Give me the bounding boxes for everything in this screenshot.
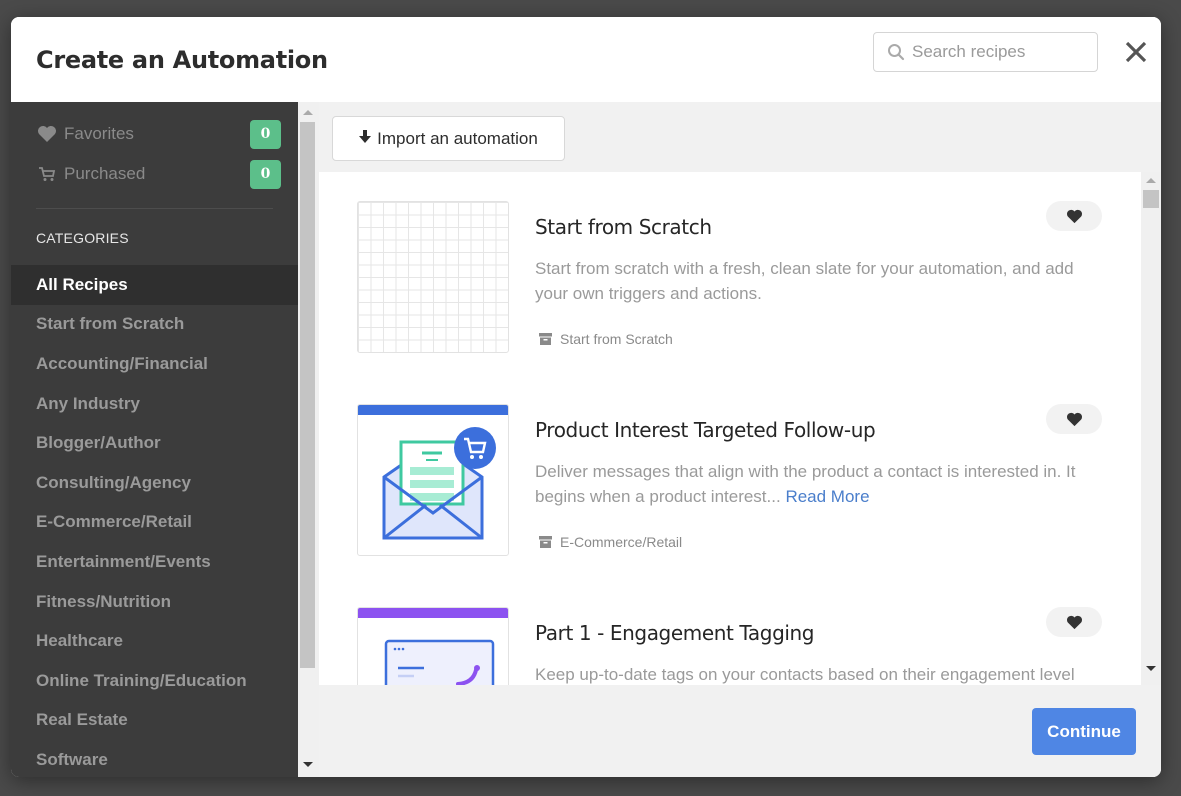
recipe-title: Start from Scratch bbox=[535, 215, 712, 239]
import-automation-button[interactable]: Import an automation bbox=[332, 116, 565, 161]
category-item-online-training-education[interactable]: Online Training/Education bbox=[11, 661, 298, 701]
scroll-down-arrow-icon[interactable] bbox=[1146, 666, 1156, 671]
read-more-link[interactable]: Read More bbox=[785, 487, 869, 506]
favorite-button[interactable] bbox=[1046, 201, 1102, 231]
categories-heading: CATEGORIES bbox=[36, 230, 129, 246]
category-item-software[interactable]: Software bbox=[11, 740, 298, 777]
recipe-description-text: Keep up-to-date tags on your contacts ba… bbox=[535, 665, 1075, 684]
download-arrow-icon bbox=[359, 130, 372, 147]
recipe-category-label: E-Commerce/Retail bbox=[560, 534, 683, 550]
scroll-up-arrow-icon[interactable] bbox=[303, 110, 313, 115]
modal-title: Create an Automation bbox=[36, 46, 328, 74]
continue-button[interactable]: Continue bbox=[1032, 708, 1136, 755]
recipe-list-scrollbar[interactable] bbox=[1141, 172, 1161, 685]
search-icon bbox=[886, 42, 906, 62]
sidebar-purchased[interactable]: Purchased 0 bbox=[36, 159, 281, 189]
category-item-blogger-author[interactable]: Blogger/Author bbox=[11, 423, 298, 463]
cart-icon bbox=[36, 166, 58, 182]
category-item-real-estate[interactable]: Real Estate bbox=[11, 701, 298, 741]
recipe-list: Start from Scratch Start from scratch wi… bbox=[319, 172, 1141, 685]
purchased-count-badge: 0 bbox=[250, 159, 281, 189]
recipe-title: Product Interest Targeted Follow-up bbox=[535, 418, 876, 442]
purchased-label: Purchased bbox=[64, 164, 146, 183]
favorite-button[interactable] bbox=[1046, 607, 1102, 637]
recipe-card[interactable]: Part 1 - Engagement Tagging Keep up-to-d… bbox=[357, 607, 1117, 685]
import-automation-label: Import an automation bbox=[377, 128, 538, 148]
recipes-main-panel: Import an automation Start from Scratch … bbox=[319, 102, 1161, 777]
favorite-button[interactable] bbox=[1046, 404, 1102, 434]
category-item-all-recipes[interactable]: All Recipes bbox=[11, 265, 298, 305]
scroll-down-arrow-icon[interactable] bbox=[303, 762, 313, 767]
recipe-card[interactable]: Start from Scratch Start from scratch wi… bbox=[357, 201, 1117, 371]
category-item-fitness-nutrition[interactable]: Fitness/Nutrition bbox=[11, 582, 298, 622]
browser-chart-illustration bbox=[384, 639, 495, 685]
scroll-up-arrow-icon[interactable] bbox=[1146, 178, 1156, 183]
category-item-any-industry[interactable]: Any Industry bbox=[11, 384, 298, 424]
search-box[interactable] bbox=[873, 32, 1098, 72]
modal-footer: Continue bbox=[319, 685, 1161, 777]
recipe-title: Part 1 - Engagement Tagging bbox=[535, 621, 815, 645]
heart-icon bbox=[1066, 615, 1082, 629]
recipe-thumbnail-envelope-cart bbox=[357, 404, 509, 556]
category-item-ecommerce-retail[interactable]: E-Commerce/Retail bbox=[11, 503, 298, 543]
category-item-entertainment-events[interactable]: Entertainment/Events bbox=[11, 542, 298, 582]
sidebar: Favorites 0 Purchased 0 CATEGORIES All R… bbox=[11, 102, 298, 777]
close-icon bbox=[1125, 41, 1147, 63]
sidebar-scroll-thumb[interactable] bbox=[300, 122, 315, 668]
envelope-cart-illustration bbox=[382, 427, 496, 540]
recipe-thumbnail-browser-chart bbox=[357, 607, 509, 685]
recipe-category: E-Commerce/Retail bbox=[539, 534, 682, 550]
recipe-category-label: Start from Scratch bbox=[560, 331, 673, 347]
recipe-description: Start from scratch with a fresh, clean s… bbox=[535, 256, 1105, 306]
archive-box-icon bbox=[539, 333, 552, 345]
category-item-healthcare[interactable]: Healthcare bbox=[11, 621, 298, 661]
archive-box-icon bbox=[539, 536, 552, 548]
sidebar-favorites[interactable]: Favorites 0 bbox=[36, 119, 281, 149]
category-item-accounting-financial[interactable]: Accounting/Financial bbox=[11, 344, 298, 384]
recipe-description: Keep up-to-date tags on your contacts ba… bbox=[535, 662, 1105, 685]
heart-icon bbox=[1066, 209, 1082, 223]
category-item-start-from-scratch[interactable]: Start from Scratch bbox=[11, 305, 298, 345]
heart-icon bbox=[1066, 412, 1082, 426]
recipe-description: Deliver messages that align with the pro… bbox=[535, 459, 1105, 509]
favorites-label: Favorites bbox=[64, 124, 134, 143]
recipe-thumbnail-grid bbox=[357, 201, 509, 353]
recipe-description-text: Start from scratch with a fresh, clean s… bbox=[535, 259, 1074, 303]
favorites-count-badge: 0 bbox=[250, 119, 281, 149]
recipe-category: Start from Scratch bbox=[539, 331, 673, 347]
modal-header: Create an Automation bbox=[11, 17, 1161, 102]
category-item-consulting-agency[interactable]: Consulting/Agency bbox=[11, 463, 298, 503]
sidebar-scrollbar[interactable] bbox=[298, 102, 319, 777]
create-automation-modal: Create an Automation Favorites 0 Purchas… bbox=[11, 17, 1161, 777]
heart-icon bbox=[36, 125, 58, 143]
sidebar-divider bbox=[36, 208, 273, 209]
recipe-list-scroll-thumb[interactable] bbox=[1143, 190, 1159, 208]
close-button[interactable] bbox=[1121, 37, 1151, 67]
recipe-card[interactable]: Product Interest Targeted Follow-up Deli… bbox=[357, 404, 1117, 574]
search-input[interactable] bbox=[912, 42, 1092, 62]
category-list: All Recipes Start from Scratch Accountin… bbox=[11, 265, 298, 777]
